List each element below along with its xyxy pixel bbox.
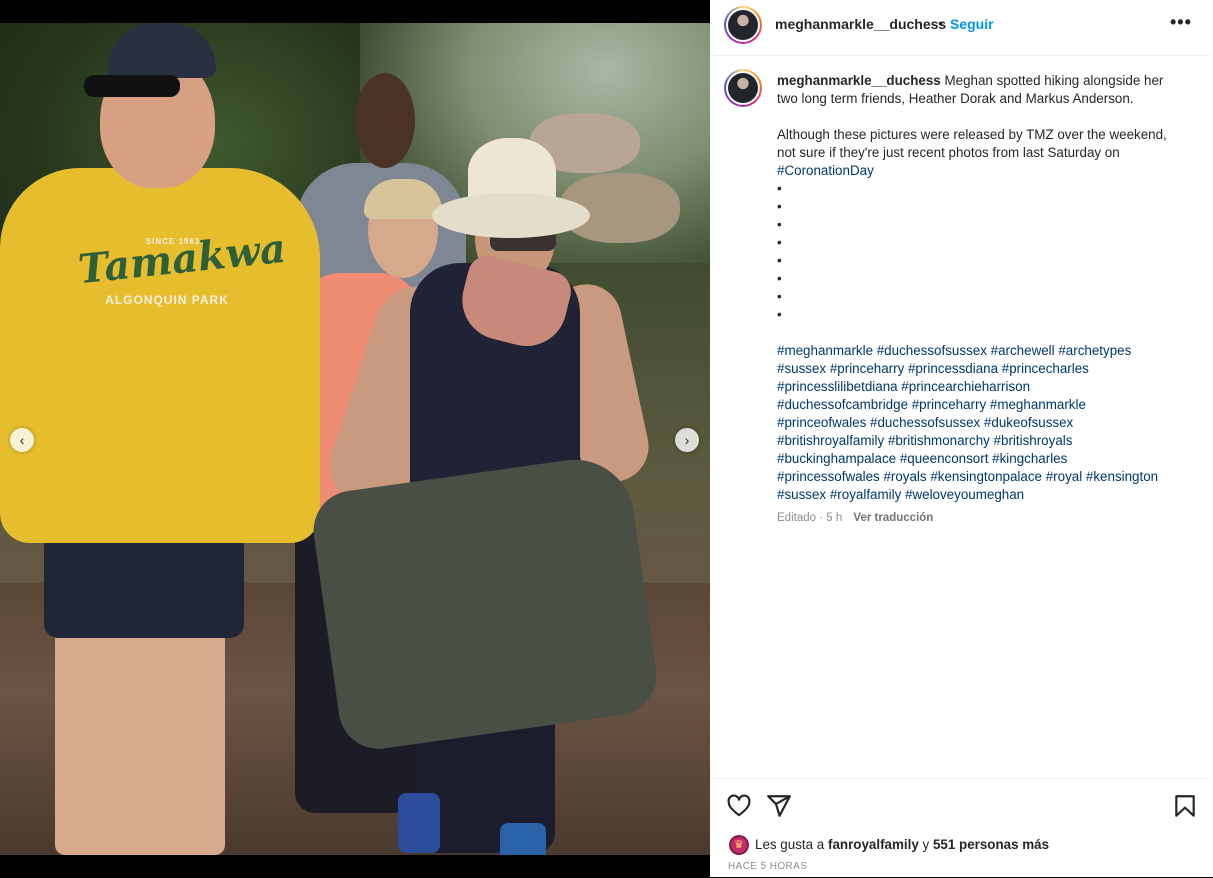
post-actions: ♛ Les gusta a fanroyalfamily y 551 perso…: [710, 778, 1210, 878]
avatar[interactable]: [724, 6, 762, 44]
caption-bullet: •: [777, 289, 782, 304]
hashtag-line[interactable]: #sussex #princeharry #princessdiana #pri…: [777, 360, 1187, 378]
hashtag-line[interactable]: #princesslilibetdiana #princearchieharri…: [777, 378, 1187, 396]
photo-man-hoodie: [0, 168, 320, 543]
caption-paragraph: Although these pictures were released by…: [777, 127, 1167, 160]
post-photo[interactable]: SINCE 1963 Tamakwa ALGONQUIN PARK: [0, 23, 710, 855]
liker-avatar[interactable]: ♛: [729, 835, 749, 855]
hashtag-line[interactable]: #meghanmarkle #duchessofsussex #archewel…: [777, 342, 1187, 360]
edited-label: Editado · 5 h: [777, 512, 843, 524]
photo-meghan-hat-brim: [432, 193, 590, 238]
more-icon[interactable]: •••: [1170, 12, 1192, 33]
post-sidebar: meghanmarkle__duchess • Seguir ••• megha…: [710, 0, 1213, 877]
caption-bullets: • • • • • • • •: [777, 180, 1187, 324]
header-username[interactable]: meghanmarkle__duchess: [775, 16, 946, 32]
post-caption: meghanmarkle__duchess Meghan spotted hik…: [777, 72, 1187, 504]
likes-conj: y: [922, 837, 930, 852]
follow-button[interactable]: Seguir: [950, 16, 994, 32]
caption-bullet: •: [777, 217, 782, 232]
caption-bullet: •: [777, 199, 782, 214]
post-header: meghanmarkle__duchess • Seguir •••: [710, 0, 1210, 56]
caption-bullet: •: [777, 181, 782, 196]
caption-hashtags: #meghanmarkle #duchessofsussex #archewel…: [777, 342, 1187, 504]
photo-man-back-head: [355, 73, 415, 168]
photo-sock: [500, 823, 546, 855]
hashtag-line[interactable]: #sussex #royalfamily #weloveyoumeghan: [777, 486, 1187, 504]
translate-link[interactable]: Ver traducción: [853, 512, 933, 524]
carousel-prev-button[interactable]: ‹: [10, 428, 34, 452]
caption-bullet: •: [777, 253, 782, 268]
photo-meghan-jacket: [308, 451, 662, 755]
likes-prefix: Les gusta a: [755, 837, 825, 852]
caption-bullet: •: [777, 271, 782, 286]
header-separator: •: [938, 15, 943, 31]
carousel-next-button[interactable]: ›: [675, 428, 699, 452]
liker-username[interactable]: fanroyalfamily: [828, 837, 919, 852]
hashtag-line[interactable]: #britishroyalfamily #britishmonarchy #br…: [777, 432, 1187, 450]
photo-sock: [398, 793, 440, 853]
caption-bullet: •: [777, 307, 782, 322]
hashtag-link[interactable]: #CoronationDay: [777, 163, 874, 178]
post-timestamp[interactable]: HACE 5 HORAS: [728, 861, 807, 872]
hoodie-sub-text: ALGONQUIN PARK: [105, 293, 229, 307]
likes-count[interactable]: 551 personas más: [933, 837, 1049, 852]
post-meta: Editado · 5 h Ver traducción: [777, 512, 933, 524]
chevron-right-icon: ›: [684, 432, 690, 448]
photo-man-sunglasses: [84, 75, 180, 97]
caption-username[interactable]: meghanmarkle__duchess: [777, 73, 941, 88]
photo-man-shorts: [44, 528, 244, 638]
heart-icon[interactable]: [726, 793, 752, 819]
chevron-left-icon: ‹: [19, 432, 25, 448]
hashtag-line[interactable]: #princessofwales #royals #kensingtonpala…: [777, 468, 1187, 486]
share-icon[interactable]: [766, 793, 792, 819]
hashtag-line[interactable]: #princeofwales #duchessofsussex #dukeofs…: [777, 414, 1187, 432]
crown-icon: ♛: [734, 839, 744, 851]
hashtag-line[interactable]: #duchessofcambridge #princeharry #meghan…: [777, 396, 1187, 414]
caption-bullet: •: [777, 235, 782, 250]
caption-avatar[interactable]: [724, 69, 762, 107]
hashtag-line[interactable]: #buckinghampalace #queenconsort #kingcha…: [777, 450, 1187, 468]
bookmark-icon[interactable]: [1172, 793, 1198, 819]
